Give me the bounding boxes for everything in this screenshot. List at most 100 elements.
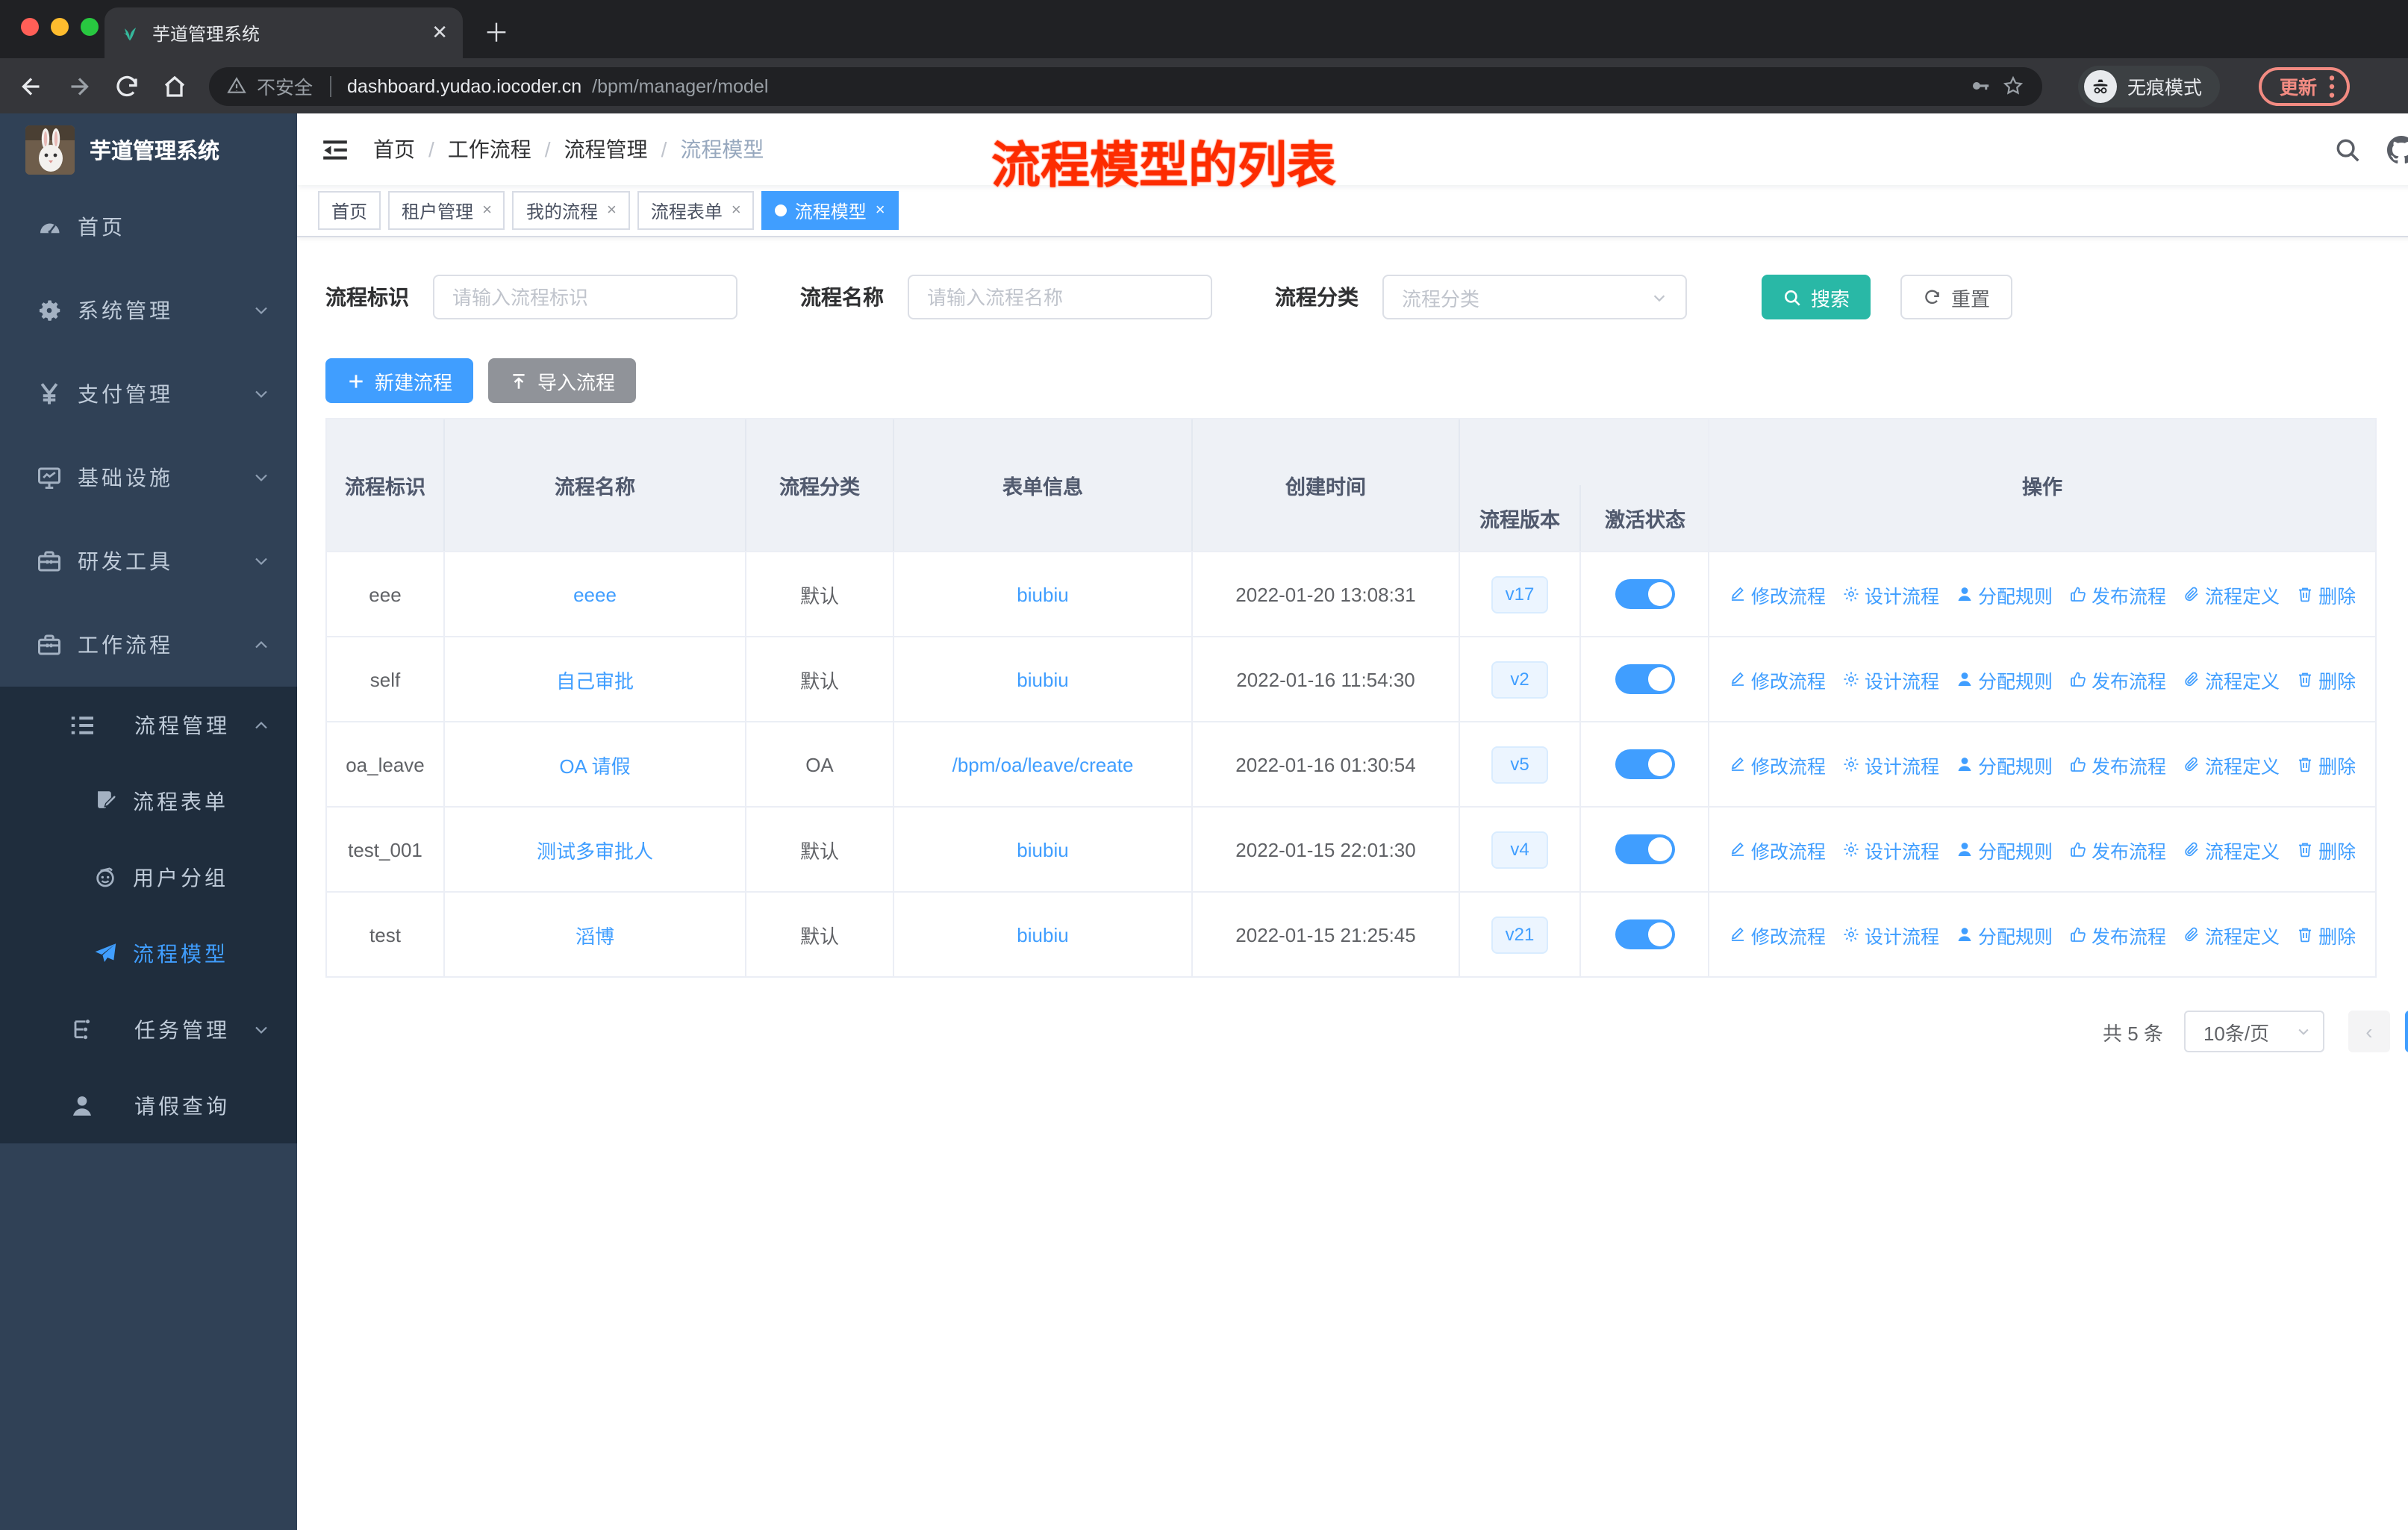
active-toggle[interactable] — [1615, 579, 1675, 609]
key-icon[interactable] — [1969, 75, 1991, 97]
window-controls[interactable] — [21, 18, 99, 36]
process-name-link[interactable]: 测试多审批人 — [537, 835, 653, 864]
prev-page-button[interactable]: ‹ — [2348, 1011, 2390, 1052]
form-info-link[interactable]: biubiu — [1017, 923, 1068, 946]
action-pencil-link[interactable]: 修改流程 — [1729, 750, 1826, 778]
action-clip-link[interactable]: 流程定义 — [2183, 920, 2280, 949]
header-search-icon[interactable] — [2333, 135, 2361, 163]
reload-icon[interactable] — [113, 72, 140, 99]
browser-tab[interactable]: 芋道管理系统 ✕ — [105, 7, 463, 58]
tag-1[interactable]: 租户管理 × — [388, 191, 505, 230]
sidebar-item-11[interactable]: 请假查询 — [0, 1067, 297, 1143]
close-window-button[interactable] — [21, 18, 39, 36]
process-name-link[interactable]: 滔博 — [576, 920, 614, 949]
address-bar[interactable]: 不安全 dashboard.yudao.iocoder.cn/bpm/manag… — [209, 66, 2042, 105]
tag-close-icon[interactable]: × — [876, 202, 885, 219]
home-icon[interactable] — [161, 72, 188, 99]
version-badge[interactable]: v4 — [1491, 831, 1548, 868]
action-cog-link[interactable]: 设计流程 — [1842, 920, 1939, 949]
url-path[interactable]: /bpm/manager/model — [592, 75, 768, 96]
browser-menu-icon[interactable] — [2329, 74, 2335, 98]
tag-3[interactable]: 流程表单 × — [637, 191, 755, 230]
breadcrumb-workflow[interactable]: 工作流程 — [448, 134, 531, 164]
forward-icon[interactable] — [66, 72, 93, 99]
reset-button[interactable]: 重置 — [1900, 275, 2013, 319]
action-clip-link[interactable]: 流程定义 — [2183, 580, 2280, 608]
active-toggle[interactable] — [1615, 749, 1675, 779]
process-name-link[interactable]: OA 请假 — [559, 750, 630, 778]
form-info-link[interactable]: /bpm/oa/leave/create — [952, 753, 1134, 775]
version-badge[interactable]: v5 — [1491, 746, 1548, 783]
version-badge[interactable]: v2 — [1491, 661, 1548, 698]
tab-close-icon[interactable]: ✕ — [431, 21, 448, 45]
active-toggle[interactable] — [1615, 834, 1675, 864]
action-usersolid-link[interactable]: 分配规则 — [1956, 920, 2053, 949]
maximize-window-button[interactable] — [81, 18, 99, 36]
form-info-link[interactable]: biubiu — [1017, 838, 1068, 861]
tag-close-icon[interactable]: × — [607, 202, 617, 219]
tag-2[interactable]: 我的流程 × — [512, 191, 630, 230]
sidebar-item-9[interactable]: 流程模型 — [0, 915, 297, 991]
collapse-sidebar-icon[interactable] — [321, 135, 349, 163]
sidebar-item-0[interactable]: 首页 — [0, 185, 297, 269]
action-thumb-link[interactable]: 发布流程 — [2069, 665, 2166, 693]
action-usersolid-link[interactable]: 分配规则 — [1956, 665, 2053, 693]
action-usersolid-link[interactable]: 分配规则 — [1956, 835, 2053, 864]
action-cog-link[interactable]: 设计流程 — [1842, 835, 1939, 864]
sidebar-item-5[interactable]: 工作流程 — [0, 603, 297, 687]
action-clip-link[interactable]: 流程定义 — [2183, 750, 2280, 778]
version-badge[interactable]: v21 — [1491, 916, 1548, 953]
filter-category-select[interactable]: 流程分类 — [1382, 275, 1687, 319]
tag-close-icon[interactable]: × — [482, 202, 492, 219]
sidebar-item-3[interactable]: 基础设施 — [0, 436, 297, 519]
bookmark-star-icon[interactable] — [2002, 75, 2024, 97]
action-clip-link[interactable]: 流程定义 — [2183, 665, 2280, 693]
action-thumb-link[interactable]: 发布流程 — [2069, 920, 2166, 949]
filter-id-input[interactable] — [433, 275, 737, 319]
action-cog-link[interactable]: 设计流程 — [1842, 580, 1939, 608]
breadcrumb-process-mgmt[interactable]: 流程管理 — [564, 134, 648, 164]
action-cog-link[interactable]: 设计流程 — [1842, 750, 1939, 778]
form-info-link[interactable]: biubiu — [1017, 668, 1068, 690]
filter-name-input[interactable] — [908, 275, 1212, 319]
import-process-button[interactable]: 导入流程 — [488, 358, 637, 403]
minimize-window-button[interactable] — [51, 18, 69, 36]
action-usersolid-link[interactable]: 分配规则 — [1956, 580, 2053, 608]
github-icon[interactable] — [2386, 135, 2408, 163]
process-name-link[interactable]: eeee — [573, 583, 617, 605]
search-button[interactable]: 搜索 — [1762, 275, 1871, 319]
back-icon[interactable] — [18, 72, 45, 99]
action-clip-link[interactable]: 流程定义 — [2183, 835, 2280, 864]
action-trash-link[interactable]: 删除 — [2296, 835, 2356, 864]
action-thumb-link[interactable]: 发布流程 — [2069, 835, 2166, 864]
tag-4[interactable]: 流程模型 × — [761, 191, 899, 230]
action-thumb-link[interactable]: 发布流程 — [2069, 580, 2166, 608]
active-toggle[interactable] — [1615, 664, 1675, 694]
action-usersolid-link[interactable]: 分配规则 — [1956, 750, 2053, 778]
security-label[interactable]: 不安全 — [257, 72, 313, 100]
action-pencil-link[interactable]: 修改流程 — [1729, 835, 1826, 864]
tag-0[interactable]: 首页 — [318, 191, 381, 230]
breadcrumb-home[interactable]: 首页 — [373, 134, 415, 164]
form-info-link[interactable]: biubiu — [1017, 583, 1068, 605]
action-pencil-link[interactable]: 修改流程 — [1729, 665, 1826, 693]
action-trash-link[interactable]: 删除 — [2296, 580, 2356, 608]
page-size-select[interactable]: 10条/页 — [2183, 1011, 2324, 1052]
sidebar-item-2[interactable]: 支付管理 — [0, 352, 297, 436]
tag-close-icon[interactable]: × — [732, 202, 741, 219]
process-name-link[interactable]: 自己审批 — [556, 665, 634, 693]
create-process-button[interactable]: 新建流程 — [325, 358, 474, 403]
action-cog-link[interactable]: 设计流程 — [1842, 665, 1939, 693]
sidebar-item-8[interactable]: 用户分组 — [0, 839, 297, 915]
sidebar-item-4[interactable]: 研发工具 — [0, 519, 297, 603]
new-tab-button[interactable]: ＋ — [484, 12, 509, 49]
sidebar-item-7[interactable]: 流程表单 — [0, 763, 297, 839]
page-1-button[interactable]: 1 — [2404, 1011, 2408, 1052]
sidebar-item-6[interactable]: 流程管理 — [0, 687, 297, 763]
sidebar-item-10[interactable]: 任务管理 — [0, 991, 297, 1067]
action-pencil-link[interactable]: 修改流程 — [1729, 920, 1826, 949]
update-button[interactable]: 更新 — [2259, 66, 2351, 105]
action-pencil-link[interactable]: 修改流程 — [1729, 580, 1826, 608]
action-trash-link[interactable]: 删除 — [2296, 750, 2356, 778]
active-toggle[interactable] — [1615, 919, 1675, 949]
